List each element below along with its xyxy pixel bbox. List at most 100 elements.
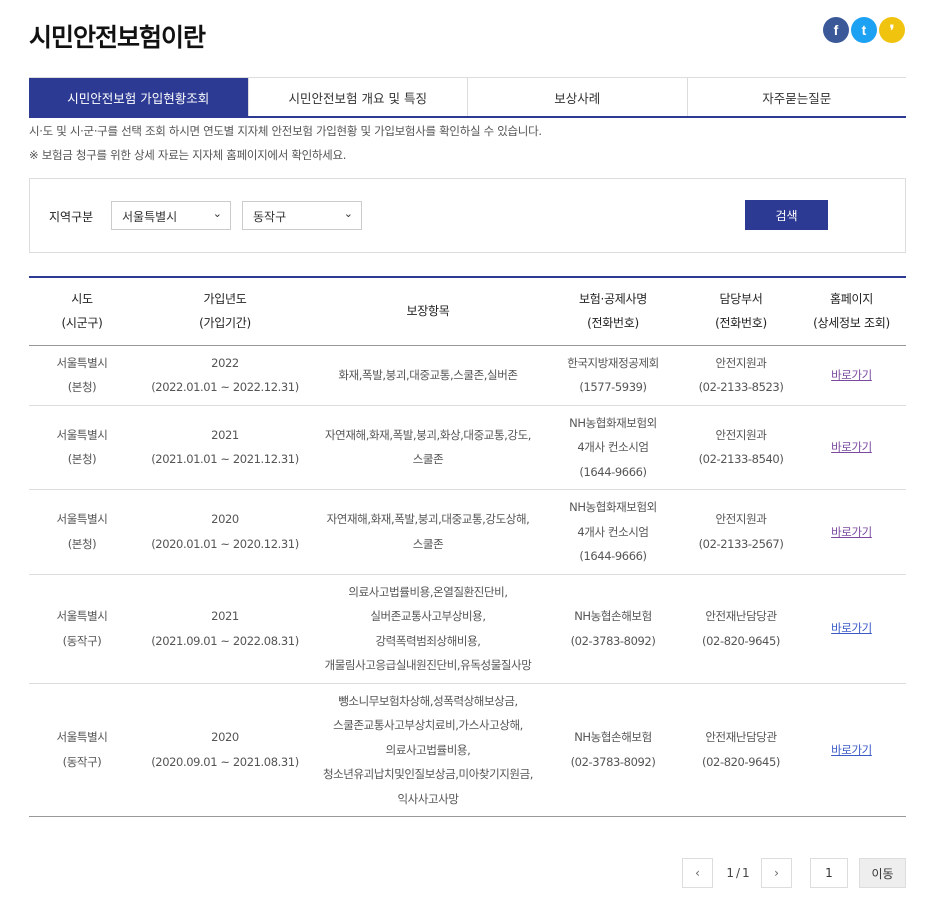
cell-line: (2022.01.01 ~ 2022.12.31) — [151, 380, 299, 394]
tab-1[interactable]: 시민안전보험 개요 및 특징 — [248, 78, 468, 116]
table-row: 서울특별시 (본청) 2021 (2021.01.01 ~ 2021.12.31) 자연… — [29, 405, 906, 490]
column-header-line: 시도 — [71, 292, 93, 307]
cell-line: 의료사고법률비용, — [385, 742, 471, 757]
column-header-line: (전화번호) — [715, 316, 767, 331]
cell-line: (본청) — [67, 380, 97, 394]
tab-2[interactable]: 보상사례 — [468, 78, 688, 116]
homepage-link[interactable]: 바로가기 — [831, 621, 872, 635]
homepage-link[interactable]: 바로가기 — [831, 368, 872, 382]
cell-line: 자연재해,화재,폭발,붕괴,대중교통,강도상해, — [326, 512, 530, 527]
homepage-link[interactable]: 바로가기 — [831, 743, 872, 757]
cell-line: (1644-9666) — [579, 464, 647, 479]
column-header-line: 홈페이지 — [830, 292, 873, 307]
twitter-icon[interactable]: t — [851, 17, 877, 43]
cell-line: 스쿨존 — [412, 452, 444, 467]
cell-homepage: 바로가기 — [797, 345, 906, 406]
table-header-row: 시도 (시군구) 가입년도 (가입기간) 보장항목 보험·공제사명 (전화번호) 담당부서 (전… — [29, 277, 906, 346]
column-header-line: 가입년도 — [203, 292, 247, 307]
cell-region: 서울특별시 (본청) — [29, 405, 135, 490]
cell-insurer: NH농협화재보험외 4개사 컨소시엄 (1644-9666) — [541, 405, 685, 490]
cell-line: 서울특별시 — [56, 512, 108, 527]
cell-line: 2021 — [211, 609, 239, 623]
sigungu-select[interactable]: 동작구 ⌄ — [242, 201, 362, 230]
cell-line: (02-2133-8540) — [698, 452, 784, 467]
table-row: 서울특별시 (본청) 2022 (2022.01.01 ~ 2022.12.31) 화재… — [29, 345, 906, 406]
column-header-line: (상세정보 조회) — [813, 316, 890, 331]
cell-year: 2020 (2020.09.01 ~ 2021.08.31) — [135, 683, 315, 817]
cell-homepage: 바로가기 — [797, 489, 906, 575]
cell-line: 안전재난담당관 — [705, 730, 777, 745]
tab-3[interactable]: 자주묻는질문 — [687, 78, 906, 116]
cell-year: 2022 (2022.01.01 ~ 2022.12.31) — [135, 345, 315, 406]
cell-line: 4개사 컨소시엄 — [577, 524, 649, 539]
cell-year: 2021 (2021.01.01 ~ 2021.12.31) — [135, 405, 315, 490]
column-header-line: 보험·공제사명 — [579, 292, 647, 307]
page-number-input[interactable]: 1 — [810, 858, 848, 888]
cell-region: 서울특별시 (동작구) — [29, 574, 135, 684]
page-title: 시민안전보험이란 — [29, 23, 206, 52]
table-row: 서울특별시 (본청) 2020 (2020.01.01 ~ 2020.12.31) 자연… — [29, 489, 906, 575]
cell-line: (1644-9666) — [579, 549, 647, 563]
cell-line: 뺑소니무보험차상해,성폭력상해보상금, — [338, 693, 518, 708]
cell-line: 개물림사고응급실내원진단비,유독성물질사망 — [324, 658, 532, 672]
homepage-link[interactable]: 바로가기 — [831, 525, 872, 539]
next-page-button[interactable]: › — [761, 858, 792, 888]
cell-line: 서울특별시 — [56, 427, 108, 442]
page-indicator: 1/1 — [718, 858, 758, 888]
cell-homepage: 바로가기 — [797, 683, 906, 817]
cell-line: (02-2133-2567) — [698, 536, 784, 551]
cell-dept: 안전재난담당관 (02-820-9645) — [685, 683, 797, 817]
cell-line: (1577-5939) — [579, 380, 647, 394]
cell-line: (02-2133-8523) — [698, 380, 784, 394]
cell-line: (동작구) — [62, 633, 102, 648]
cell-line: NH농협손해보험 — [574, 609, 652, 623]
notice-claim: ※ 보험금 청구를 위한 상세 자료는 지자체 홈페이지에서 확인하세요. — [29, 148, 347, 162]
cell-coverage: 의료사고법률비용,온열질환진단비, 실버존교통사고부상비용, 강력폭력범죄상해비용,… — [315, 574, 541, 684]
homepage-link[interactable]: 바로가기 — [831, 440, 872, 454]
cell-line: 4개사 컨소시엄 — [577, 440, 649, 454]
cell-insurer: 한국지방재정공제회 (1577-5939) — [541, 345, 685, 406]
column-header: 홈페이지 (상세정보 조회) — [797, 277, 906, 346]
cell-line: 강력폭력범죄상해비용, — [375, 633, 481, 648]
cell-coverage: 자연재해,화재,폭발,붕괴,화상,대중교통,강도, 스쿨존 — [315, 405, 541, 490]
sido-select[interactable]: 서울특별시 ⌄ — [111, 201, 231, 230]
chevron-down-icon: ⌄ — [343, 207, 353, 220]
column-header-line: 담당부서 — [719, 292, 763, 307]
cell-line: NH농협손해보험 — [574, 730, 652, 745]
column-header-line: 보장항목 — [406, 304, 450, 319]
tab-bar: 시민안전보험 가입현황조회 시민안전보험 개요 및 특징 보상사례 자주묻는질문 — [29, 77, 906, 118]
kakao-icon[interactable]: ❜ — [879, 17, 905, 43]
cell-line: 2020 — [211, 512, 239, 527]
cell-line: 서울특별시 — [56, 609, 108, 623]
cell-year: 2020 (2020.01.01 ~ 2020.12.31) — [135, 489, 315, 575]
cell-line: (2021.01.01 ~ 2021.12.31) — [151, 452, 299, 467]
column-header-line: (시군구) — [61, 316, 103, 331]
facebook-icon[interactable]: f — [823, 17, 849, 43]
cell-region: 서울특별시 (본청) — [29, 345, 135, 406]
search-button[interactable]: 검색 — [745, 200, 828, 230]
prev-page-button[interactable]: ‹ — [682, 858, 713, 888]
go-page-button[interactable]: 이동 — [859, 858, 906, 888]
sigungu-select-value: 동작구 — [253, 210, 287, 224]
table-row: 서울특별시 (동작구) 2020 (2020.09.01 ~ 2021.08.31) 뺑… — [29, 683, 906, 817]
cell-insurer: NH농협손해보험 (02-3783-8092) — [541, 574, 685, 684]
cell-line: (02-820-9645) — [702, 633, 780, 648]
cell-line: 서울특별시 — [56, 355, 108, 370]
tab-0[interactable]: 시민안전보험 가입현황조회 — [29, 78, 249, 116]
cell-coverage: 화재,폭발,붕괴,대중교통,스쿨존,실버존 — [315, 345, 541, 406]
cell-line: (02-3783-8092) — [570, 754, 656, 769]
cell-line: 안전지원과 — [715, 427, 767, 442]
column-header: 담당부서 (전화번호) — [685, 277, 797, 346]
cell-line: 청소년유괴납치및인질보상금,미아찾기지원금, — [322, 767, 534, 781]
cell-line: 한국지방재정공제회 — [567, 355, 659, 370]
cell-dept: 안전지원과 (02-2133-8540) — [685, 405, 797, 490]
column-header: 시도 (시군구) — [29, 277, 135, 346]
cell-insurer: NH농협화재보험외 4개사 컨소시엄 (1644-9666) — [541, 489, 685, 575]
cell-dept: 안전재난담당관 (02-820-9645) — [685, 574, 797, 684]
cell-line: (본청) — [67, 536, 97, 551]
region-label: 지역구분 — [49, 210, 94, 224]
cell-line: 스쿨존교통사고부상치료비,가스사고상해, — [333, 718, 523, 732]
cell-homepage: 바로가기 — [797, 405, 906, 490]
current-page: 1 — [726, 866, 734, 880]
cell-line: (02-820-9645) — [702, 754, 780, 769]
